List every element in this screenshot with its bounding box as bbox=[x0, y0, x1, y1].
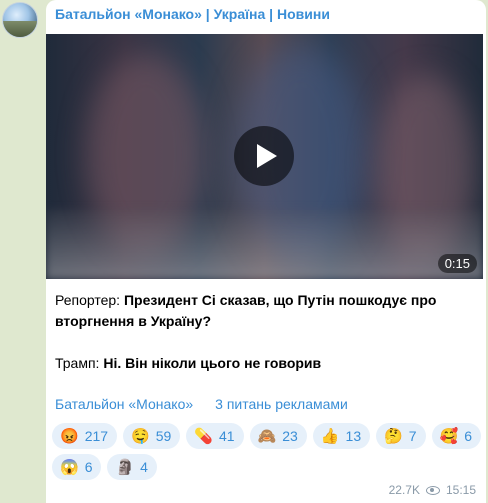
reaction-chip[interactable]: 😡 217 bbox=[52, 423, 118, 449]
view-count: 22.7K bbox=[388, 483, 420, 497]
channel-link[interactable]: Батальйон «Монако» bbox=[55, 396, 193, 412]
message-links: Батальйон «Монако» 3 питань рекламами bbox=[55, 396, 348, 412]
reaction-chip[interactable]: 🤤 59 bbox=[123, 423, 181, 449]
play-icon[interactable] bbox=[234, 126, 294, 186]
trump-label: Трамп: bbox=[55, 355, 100, 371]
reaction-count: 7 bbox=[408, 428, 417, 444]
reaction-chip[interactable]: 🗿 4 bbox=[107, 454, 157, 480]
reaction-chip[interactable]: 😱 6 bbox=[52, 454, 102, 480]
see-no-evil-monkey-icon: 🙈 bbox=[257, 427, 277, 445]
eye-icon bbox=[425, 485, 440, 495]
reactions-row-2: 😱 6 🗿 4 bbox=[52, 454, 482, 480]
reporter-label: Репортер: bbox=[55, 292, 121, 308]
reporter-line: Репортер: Президент Сі сказав, що Путін … bbox=[55, 290, 475, 332]
reaction-chip[interactable]: 🤔 7 bbox=[376, 423, 426, 449]
screaming-face-icon: 😱 bbox=[60, 458, 79, 476]
reaction-count: 59 bbox=[155, 428, 172, 444]
reaction-count: 217 bbox=[84, 428, 109, 444]
reactions-row-1: 😡 217 🤤 59 💊 41 🙈 23 👍 13 🤔 7 🥰 6 bbox=[52, 423, 482, 449]
message-meta: 22.7K 15:15 bbox=[389, 483, 476, 497]
reaction-count: 23 bbox=[282, 428, 298, 444]
reaction-count: 6 bbox=[84, 459, 93, 475]
message-bubble: Батальйон «Монако» | Україна | Новини 0:… bbox=[46, 0, 486, 503]
moai-icon: 🗿 bbox=[115, 458, 135, 476]
drooling-face-icon: 🤤 bbox=[131, 427, 150, 445]
channel-avatar[interactable] bbox=[2, 2, 38, 38]
reaction-count: 6 bbox=[464, 428, 473, 444]
video-player[interactable]: 0:15 bbox=[46, 34, 483, 279]
trump-line: Трамп: Ні. Він ніколи цього не говорив bbox=[55, 353, 475, 374]
reaction-count: 4 bbox=[140, 459, 148, 475]
reaction-count: 13 bbox=[345, 428, 362, 444]
reaction-chip[interactable]: 👍 13 bbox=[312, 423, 371, 449]
reaction-chip[interactable]: 🙈 23 bbox=[249, 423, 307, 449]
reaction-chip[interactable]: 💊 41 bbox=[186, 423, 244, 449]
angry-face-icon: 😡 bbox=[60, 427, 79, 445]
video-blur bbox=[46, 209, 483, 279]
video-duration: 0:15 bbox=[437, 254, 477, 273]
ads-link[interactable]: 3 питань рекламами bbox=[215, 396, 348, 412]
smiling-hearts-icon: 🥰 bbox=[439, 427, 459, 445]
avatar-landscape bbox=[3, 21, 37, 37]
thinking-face-icon: 🤔 bbox=[384, 427, 403, 445]
pill-icon: 💊 bbox=[194, 427, 213, 445]
reaction-count: 41 bbox=[219, 428, 235, 444]
thumbs-up-icon: 👍 bbox=[320, 427, 340, 445]
channel-name[interactable]: Батальйон «Монако» | Україна | Новини bbox=[55, 6, 330, 22]
message-time: 15:15 bbox=[445, 483, 476, 497]
trump-answer: Ні. Він ніколи цього не говорив bbox=[103, 355, 322, 371]
reaction-chip[interactable]: 🥰 6 bbox=[431, 423, 482, 449]
